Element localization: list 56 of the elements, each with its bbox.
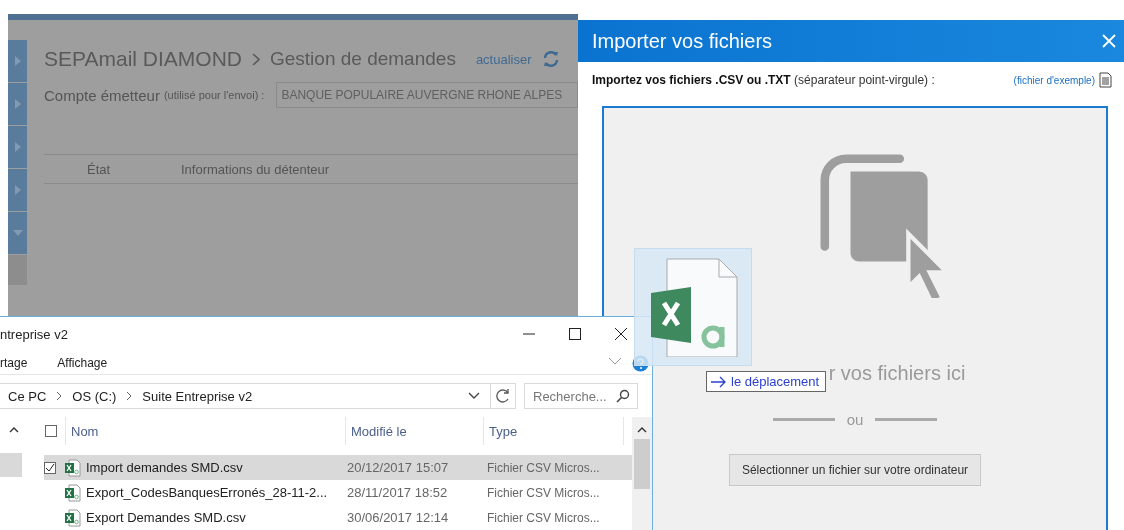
arrow-right-icon [711,375,727,388]
page-title: Gestion de demandes [270,48,456,70]
select-all-checkbox[interactable] [45,425,57,437]
column-header: Informations du détenteur [181,161,330,177]
excel-file-icon [64,483,82,502]
chevron-right-icon [14,99,21,109]
scrollbar-thumb[interactable] [634,439,650,489]
dialog-description: Importez vos fichiers .CSV ou .TXT (séparateur point-virgule) : [592,73,935,87]
separator-text: ou [846,411,864,428]
app-title: SEPAmail DIAMOND [44,47,242,71]
row-checkbox[interactable] [44,461,56,474]
chevron-right-icon [14,142,21,152]
file-type: Fichier CSV Micros... [487,460,601,475]
account-label: Compte émetteur [44,86,160,104]
path-segment[interactable]: Suite Entreprise v2 [142,388,253,404]
search-icon[interactable] [616,389,630,403]
excel-file-icon [64,458,82,477]
column-header[interactable]: Modifié le [346,417,484,445]
select-file-button[interactable]: Sélectionner un fichier sur votre ordinateur [728,454,982,486]
chevron-right-icon [126,391,133,401]
file-name: Export Demandes SMD.csv [86,510,247,525]
document-icon[interactable] [1099,72,1112,88]
chevron-right-icon [14,56,21,66]
path-segment[interactable]: OS (C:) [72,388,117,404]
chevron-right-icon [252,52,260,66]
dialog-title: Importer vos fichiers [592,29,773,53]
chevron-right-icon [14,185,21,195]
ribbon-tab[interactable]: rtage [0,355,28,370]
window-title: ntreprise v2 [0,326,68,342]
caret-down-icon [12,230,23,236]
file-date: 20/12/2017 15:07 [347,460,450,475]
excel-file-icon [64,508,82,527]
column-header[interactable]: Type [484,417,624,445]
chevron-down-icon[interactable] [468,392,480,400]
file-name: Import demandes SMD.csv [86,460,244,475]
column-header: État [87,161,112,177]
tooltip-text: le déplacement [731,374,820,389]
maximize-icon[interactable] [569,328,581,340]
address-bar[interactable]: Ce PC OS (C:) Suite Entreprise v2 [0,383,516,409]
drop-instruction: r vos fichiers ici [828,362,966,385]
file-type: Fichier CSV Micros... [487,485,601,500]
file-row[interactable]: Import demandes SMD.csv 20/12/2017 15:07 Fichier CSV Micros... [44,455,632,480]
column-header[interactable]: Nom [66,417,346,445]
chevron-right-icon [56,391,63,401]
account-hint: (utilisé pour l'envoi) : [163,89,265,101]
scroll-up-icon[interactable] [637,427,647,433]
close-icon[interactable] [615,328,627,340]
scroll-up-icon[interactable] [9,427,19,433]
file-type: Fichier CSV Micros... [487,510,601,525]
file-date: 30/06/2017 12:14 [347,510,450,525]
example-file-link[interactable]: (fichier d'exemple) [1013,74,1095,86]
search-field[interactable]: Recherche... [524,383,638,409]
path-segment[interactable]: Ce PC [8,388,47,404]
file-name: Export_CodesBanquesErronés_28-11-2... [86,485,329,500]
ribbon-tab[interactable]: Affichage [57,355,108,370]
file-date: 28/11/2017 18:52 [347,485,449,500]
